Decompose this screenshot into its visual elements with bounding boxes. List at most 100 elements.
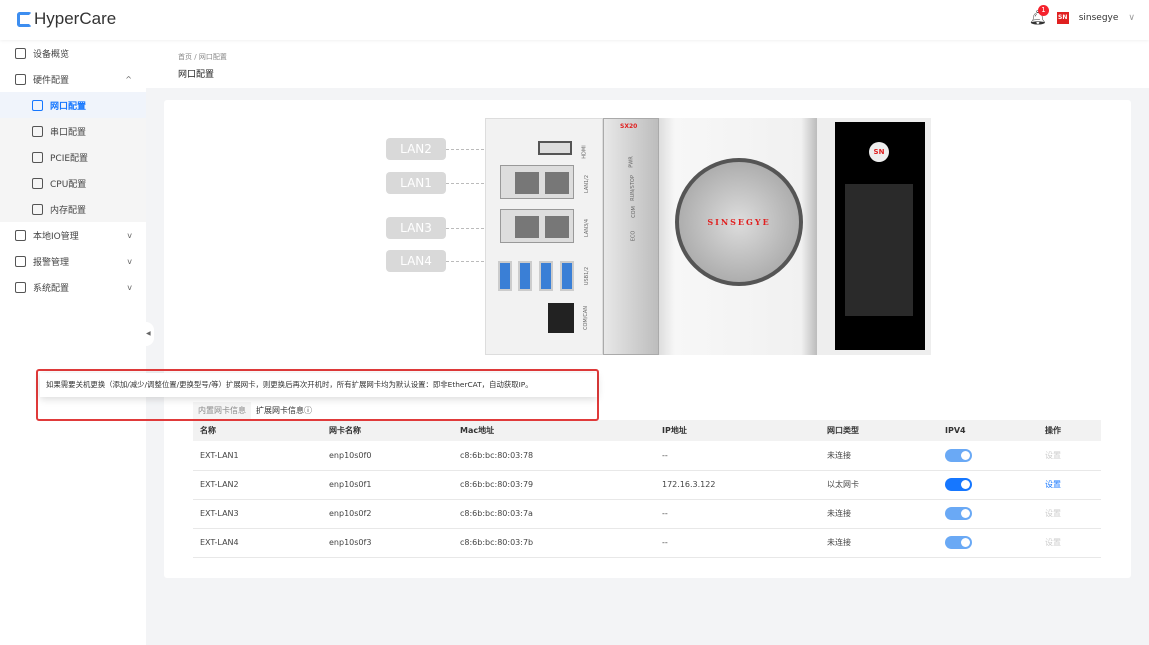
lan-label[interactable]: LAN3 [386, 217, 446, 239]
port-label: USB1/2 [584, 266, 591, 286]
label: 硬件配置 [33, 75, 70, 86]
led-label: PWR [628, 156, 635, 168]
breadcrumb-home[interactable]: 首页 [178, 53, 192, 61]
cell-ip: 172.16.3.122 [655, 470, 820, 500]
device-image: HDMI LAN1/2 LAN3/4 USB1/2 COM/CAN SX20 P… [485, 118, 931, 355]
breadcrumb-current: 网口配置 [198, 53, 227, 61]
cell-nic: enp10s0f3 [322, 528, 453, 558]
lan-label[interactable]: LAN2 [386, 138, 446, 160]
usb-port [498, 261, 512, 291]
cpu-icon [32, 177, 43, 189]
cell-ip: -- [655, 528, 820, 558]
lan-label[interactable]: LAN1 [386, 172, 446, 194]
com-can-port [548, 303, 574, 333]
serial-icon [32, 125, 43, 137]
user-logo: SN [1056, 12, 1069, 24]
cell-mac: c8:6b:bc:80:03:78 [453, 441, 655, 471]
col-header: 网卡名称 [322, 420, 453, 441]
sidebar-item-network[interactable]: 网口配置 [0, 92, 146, 118]
cell-name: EXT-LAN3 [193, 499, 322, 529]
sidebar: 设备概览 硬件配置 ^ 网口配置 串口配置 PCIE配置 CPU配置 内存配置 本… [0, 40, 146, 645]
sidebar-item-pcie[interactable]: PCIE配置 [0, 144, 146, 170]
cell-type: 未连接 [820, 441, 938, 471]
sidebar-item-cpu[interactable]: CPU配置 [0, 170, 146, 196]
cell-ipv4 [938, 528, 1038, 558]
table-row: EXT-LAN1 enp10s0f0 c8:6b:bc:80:03:78 -- … [193, 441, 1101, 471]
label: 设备概览 [33, 49, 70, 60]
chevron-down-icon[interactable]: ∨ [1128, 13, 1135, 23]
sidebar-item-serial[interactable]: 串口配置 [0, 118, 146, 144]
sidebar-item-memory[interactable]: 内存配置 [0, 196, 146, 222]
cell-action: 设置 [1038, 528, 1101, 558]
port-label: LAN1/2 [584, 174, 591, 194]
ipv4-toggle[interactable] [945, 507, 972, 520]
col-header: Mac地址 [453, 420, 655, 441]
rj45-port [500, 209, 574, 243]
settings-link[interactable]: 设置 [1045, 509, 1061, 518]
cell-ipv4 [938, 470, 1038, 500]
led-label: ECO [630, 230, 637, 242]
tooltip-highlight: 如果需要关机更换（添加/减少/调整位置/更换型号/等）扩展网卡，则更换后再次开机… [36, 369, 599, 421]
cell-action: 设置 [1038, 441, 1101, 471]
label: 串口配置 [50, 127, 87, 138]
app-name: HyperCare [34, 9, 117, 28]
brand-logo: SN [869, 142, 889, 162]
sidebar-item-system[interactable]: 系统配置 v [0, 274, 146, 300]
sidebar-item-alarm[interactable]: 报警管理 v [0, 248, 146, 274]
chevron-down-icon: v [127, 256, 132, 266]
cell-nic: enp10s0f0 [322, 441, 453, 471]
content-card: LAN2 LAN1 LAN3 LAN4 HDMI LAN1/2 LAN3/4 U… [164, 100, 1131, 578]
chevron-up-icon: ^ [125, 74, 132, 84]
sidebar-collapse-button[interactable]: ◀ [146, 322, 154, 346]
cell-nic: enp10s0f2 [322, 499, 453, 529]
col-header: 操作 [1038, 420, 1101, 441]
ipv4-toggle[interactable] [945, 536, 972, 549]
port-label: HDMI [581, 145, 588, 159]
breadcrumb: 首页 / 网口配置 [178, 52, 227, 62]
sidebar-item-overview[interactable]: 设备概览 [0, 40, 146, 66]
cell-ipv4 [938, 499, 1038, 529]
cell-nic: enp10s0f1 [322, 470, 453, 500]
label: 本地IO管理 [33, 231, 79, 242]
ipv4-toggle[interactable] [945, 448, 972, 462]
cell-mac: c8:6b:bc:80:03:79 [453, 470, 655, 500]
cell-mac: c8:6b:bc:80:03:7a [453, 499, 655, 529]
col-header: 名称 [193, 420, 322, 441]
cell-type: 未连接 [820, 499, 938, 529]
sidebar-item-local-io[interactable]: 本地IO管理 v [0, 222, 146, 248]
cell-ip: -- [655, 441, 820, 471]
settings-link[interactable]: 设置 [1045, 480, 1061, 489]
cell-action: 设置 [1038, 499, 1101, 529]
tooltip: 如果需要关机更换（添加/减少/调整位置/更换型号/等）扩展网卡，则更换后再次开机… [40, 373, 597, 397]
ipv4-toggle[interactable] [945, 478, 972, 491]
network-icon [32, 99, 43, 111]
app-logo[interactable]: HyperCare [17, 9, 116, 29]
col-header: IP地址 [655, 420, 820, 441]
device-model: SX20 [620, 123, 638, 130]
cell-action: 设置 [1038, 470, 1101, 500]
led-label: RUN/STOP [629, 175, 636, 201]
lan-label[interactable]: LAN4 [386, 250, 446, 272]
breadcrumb-sep: / [194, 53, 197, 61]
settings-link[interactable]: 设置 [1045, 451, 1061, 460]
usb-port [518, 261, 532, 291]
breadcrumb-bar: 首页 / 网口配置 网口配置 [146, 40, 1149, 88]
port-label: COM/CAN [583, 305, 590, 331]
gear-icon [15, 281, 26, 293]
sidebar-item-hardware[interactable]: 硬件配置 ^ [0, 66, 146, 92]
usb-port [539, 261, 553, 291]
settings-link[interactable]: 设置 [1045, 538, 1061, 547]
chevron-down-icon: v [127, 230, 132, 240]
hdmi-port [538, 141, 572, 155]
rj45-port [500, 165, 574, 199]
led-label: COM [630, 206, 637, 218]
chevron-down-icon: v [127, 282, 132, 292]
col-header: IPV4 [938, 420, 1038, 441]
cell-type: 以太网卡 [820, 470, 938, 500]
col-header: 网口类型 [820, 420, 938, 441]
alarm-icon [15, 255, 26, 267]
notification-bell-icon[interactable]: 🔔︎ 1 [1029, 5, 1049, 26]
username[interactable]: sinsegye [1079, 13, 1119, 23]
cell-ip: -- [655, 499, 820, 529]
pcie-icon [32, 151, 43, 163]
